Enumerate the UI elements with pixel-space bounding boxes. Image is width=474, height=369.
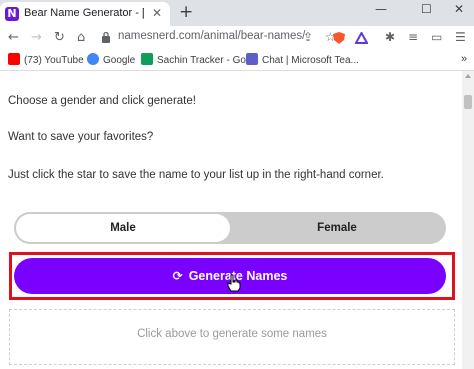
bookmarks-bar: (73) YouTube Google Sachin Tracker - Go.… <box>0 50 474 71</box>
bookmark-label: Chat | Microsoft Tea... <box>262 55 359 66</box>
bookmark-label: (73) YouTube <box>24 55 84 66</box>
scrollbar-thumb[interactable] <box>464 95 472 109</box>
results-area: Click above to generate some names <box>9 309 455 365</box>
browser-tab[interactable]: N Bear Name Generator - [235+ amazing...… <box>0 2 170 26</box>
bookmark-sachin-tracker[interactable]: Sachin Tracker - Go... <box>141 53 254 66</box>
lock-icon <box>102 31 110 43</box>
youtube-icon <box>8 53 20 65</box>
reload-icon[interactable]: ↻ <box>54 30 65 45</box>
male-option[interactable]: Male <box>16 214 230 242</box>
bookmark-google[interactable]: Google <box>87 53 135 66</box>
address-bar[interactable]: namesnerd.com/animal/bear-names/ <box>118 30 305 42</box>
tab-title: Bear Name Generator - [235+ amazing... <box>24 7 144 19</box>
refresh-icon: ⟳ <box>172 269 183 283</box>
bookmark-youtube[interactable]: (73) YouTube <box>8 53 84 66</box>
brave-rewards-icon[interactable] <box>355 32 368 44</box>
share-icon[interactable]: ⇪ <box>303 30 313 44</box>
hand-cursor-icon <box>227 274 241 292</box>
maximize-icon[interactable]: ☐ <box>421 2 432 16</box>
menu-icon[interactable]: ☰ <box>455 30 466 44</box>
tab-strip: N Bear Name Generator - [235+ amazing...… <box>0 0 474 26</box>
forward-icon[interactable]: → <box>31 30 42 45</box>
gender-toggle: Male Female <box>14 212 446 244</box>
media-icon[interactable]: ≡ <box>408 30 418 44</box>
favorites-question: Want to save your favorites? <box>8 131 154 143</box>
window-close-icon[interactable]: ✕ <box>454 2 464 16</box>
extensions-icon[interactable]: ✱ <box>385 30 395 44</box>
results-placeholder: Click above to generate some names <box>137 328 327 340</box>
google-icon <box>87 53 99 65</box>
bookmark-teams-chat[interactable]: Chat | Microsoft Tea... <box>246 53 359 66</box>
browser-toolbar: ← → ↻ ⌂ namesnerd.com/animal/bear-names/… <box>0 26 474 50</box>
bookmark-label: Sachin Tracker - Go... <box>157 55 255 66</box>
back-icon[interactable]: ← <box>8 30 19 45</box>
home-icon[interactable]: ⌂ <box>77 30 85 45</box>
female-option[interactable]: Female <box>230 214 444 242</box>
bookmark-label: Google <box>103 55 136 66</box>
minimize-icon[interactable]: — <box>375 2 387 16</box>
instruction-text: Choose a gender and click generate! <box>8 95 196 107</box>
bookmarks-overflow-icon[interactable]: » <box>461 53 467 65</box>
sheets-icon <box>141 53 153 65</box>
wallet-icon[interactable]: ▭ <box>431 30 442 44</box>
brave-shield-icon[interactable] <box>332 31 346 45</box>
new-tab-button[interactable]: + <box>179 2 193 22</box>
namesnerd-favicon-icon: N <box>5 7 19 21</box>
teams-icon <box>246 53 258 65</box>
scroll-up-icon[interactable] <box>465 74 471 78</box>
favorites-hint: Just click the star to save the name to … <box>8 169 384 181</box>
page-scrollbar[interactable] <box>462 71 474 369</box>
tab-close-icon[interactable]: ✕ <box>152 6 162 20</box>
